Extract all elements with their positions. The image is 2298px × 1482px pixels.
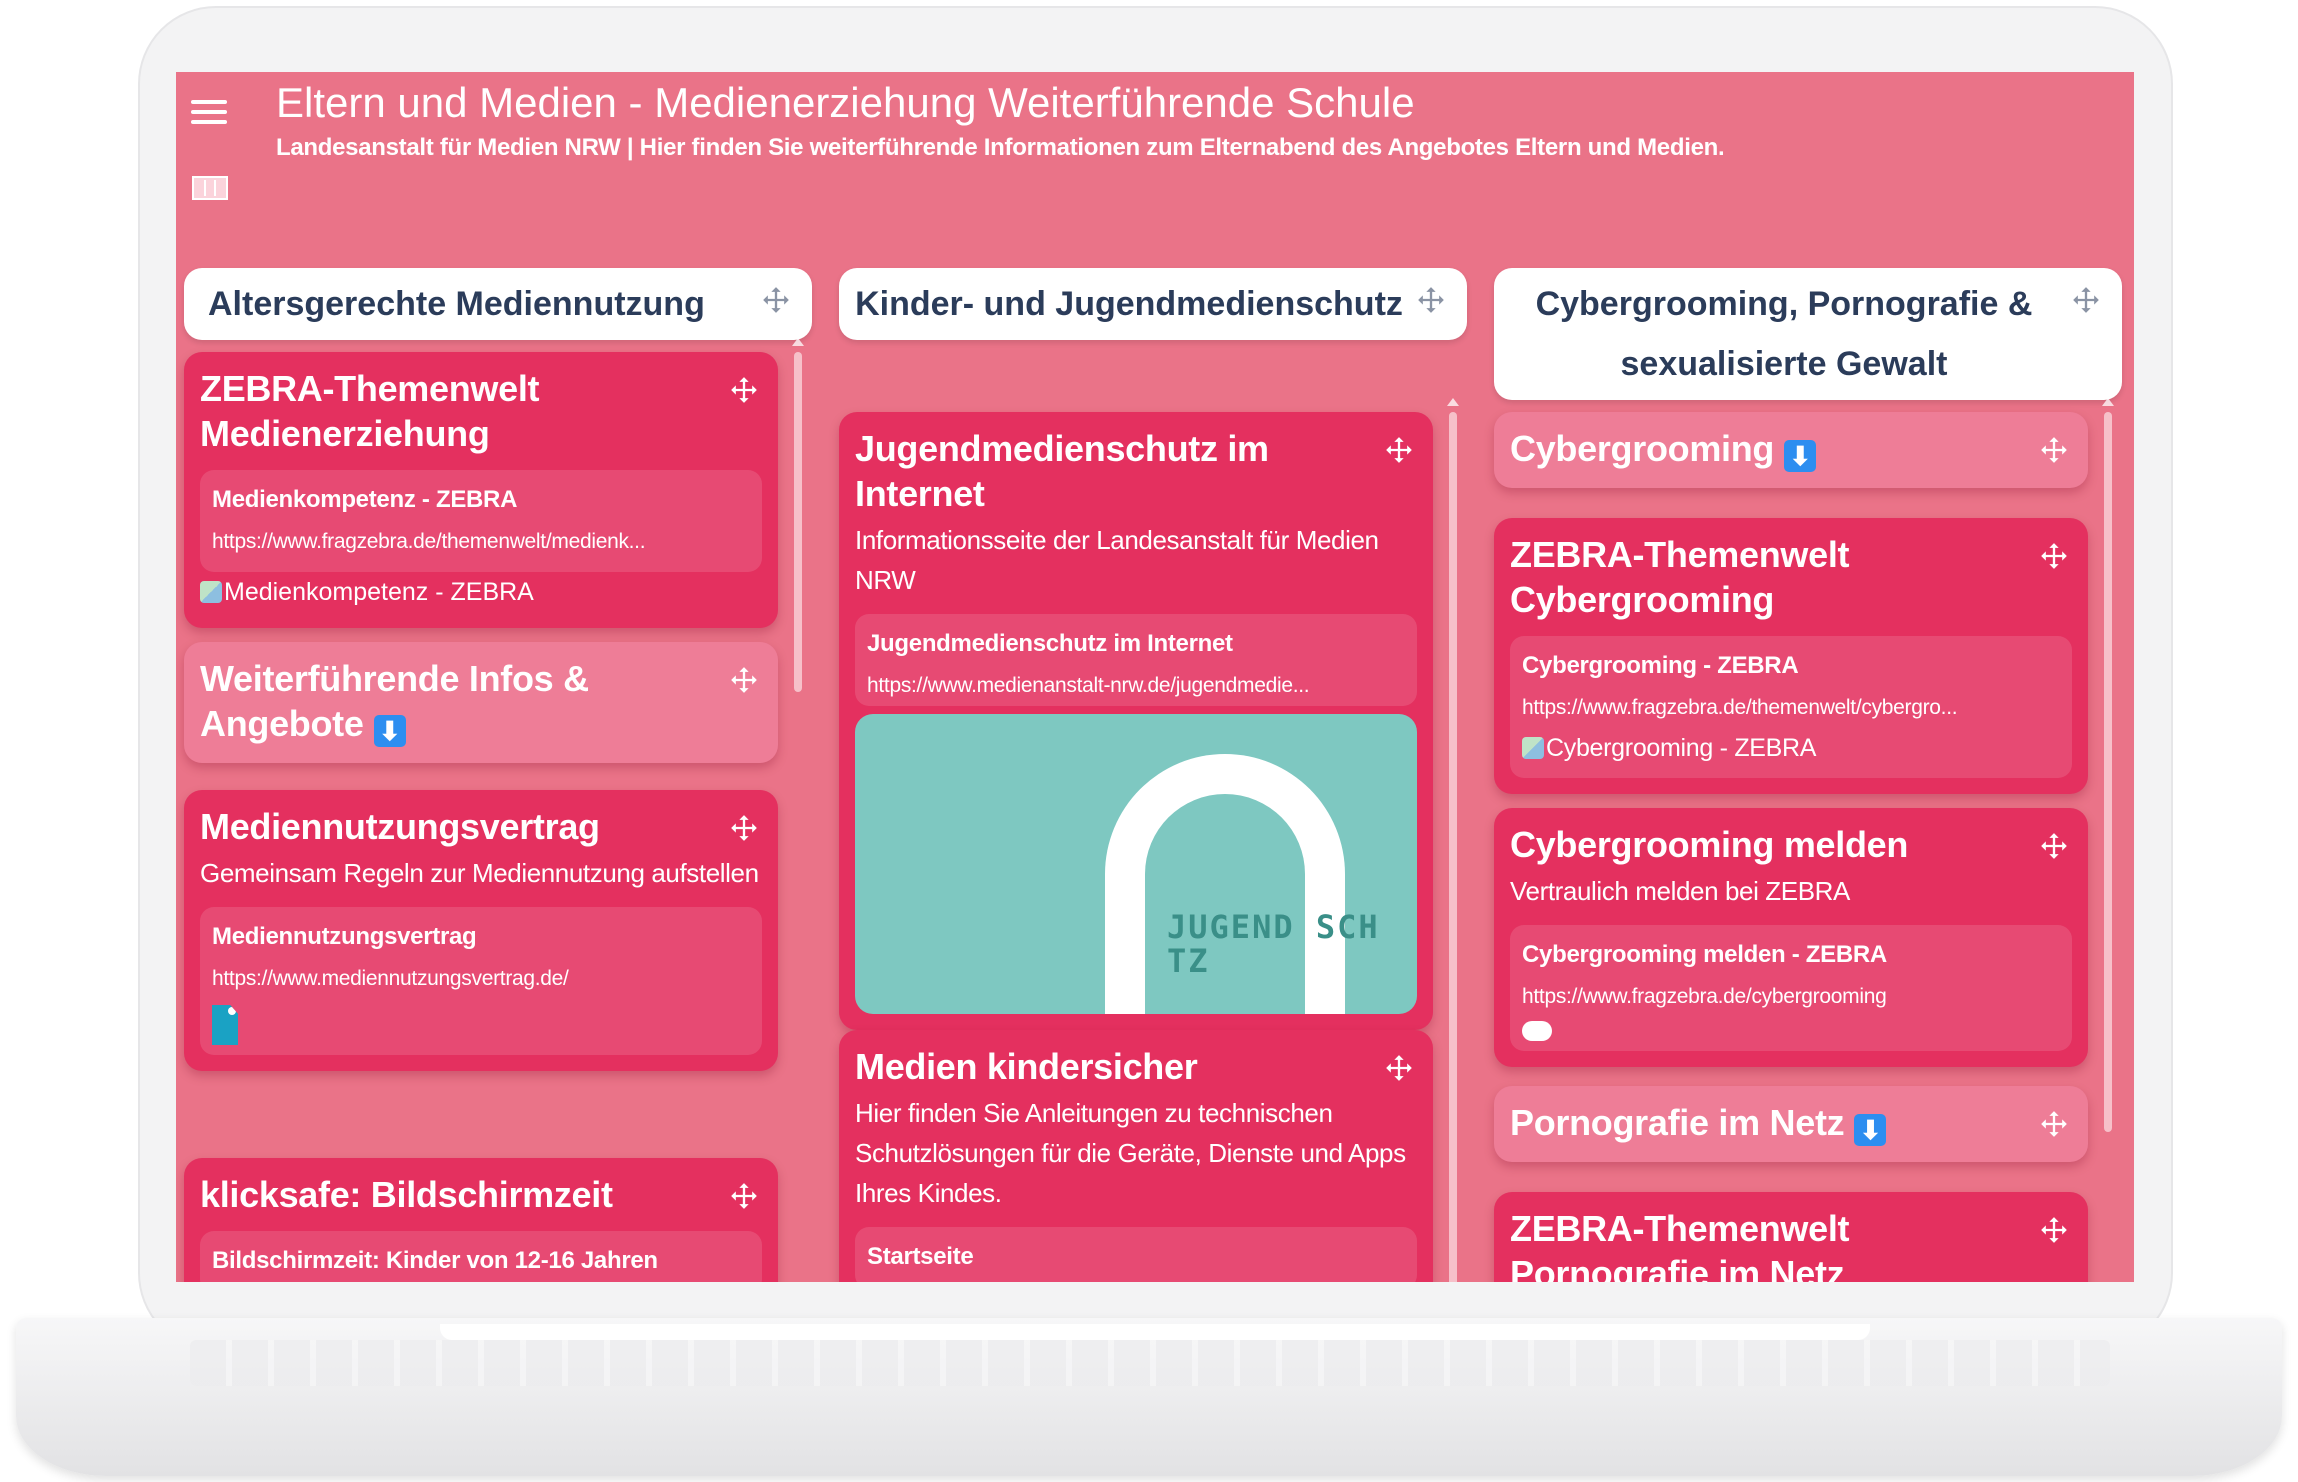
link-attachment[interactable]: Startseite [855,1227,1417,1282]
move-icon[interactable] [762,286,790,314]
attachment-title: Bildschirmzeit: Kinder von 12-16 Jahren [212,1247,658,1274]
broken-image-icon [200,581,222,603]
card-title: Medien kindersicher [855,1046,1198,1087]
card-description: Hier finden Sie Anleitungen zu technisch… [855,1098,1406,1208]
card-zebra-pornografie[interactable]: ZEBRA-Themenwelt Pornografie im Netz [1494,1192,2088,1282]
column-title: Kinder- und Jugendmedienschutz [855,285,1403,323]
card-title: Cybergrooming melden [1510,824,1909,865]
card-weiterfuehrende-infos[interactable]: Weiterführende Infos & Angebote ⬇ [184,642,778,763]
page-subtitle: Landesanstalt für Medien NRW | Hier find… [276,134,1725,161]
attachment-title: Cybergrooming melden - ZEBRA [1522,941,1887,968]
page-title: Eltern und Medien - Medienerziehung Weit… [276,79,1415,126]
menu-icon[interactable] [191,100,227,128]
preview-image[interactable]: JUGEND SCH TZ [855,714,1417,1014]
card-title: Weiterführende Infos & Angebote ⬇ [200,656,762,747]
card-pornografie-im-netz[interactable]: Pornografie im Netz ⬇ [1494,1086,2088,1162]
document-icon [212,1005,238,1045]
attachment-url[interactable]: https://www.medienanstalt-nrw.de/jugendm… [867,666,1405,706]
card-title: ZEBRA-Themenwelt Pornografie im Netz [1510,1208,1850,1282]
column-header[interactable]: Kinder- und Jugendmedienschutz [839,268,1467,340]
column-header[interactable]: Altersgerechte Mediennutzung [184,268,812,340]
move-icon[interactable] [1385,1054,1413,1082]
card-description: Vertraulich melden bei ZEBRA [1510,876,1850,906]
column-title: Altersgerechte Mediennutzung [208,285,705,323]
link-attachment[interactable]: Cybergrooming melden - ZEBRA https://www… [1510,925,2072,1051]
link-attachment[interactable]: Mediennutzungsvertrag https://www.medien… [200,907,762,1055]
card-title: Mediennutzungsvertrag [200,806,600,847]
move-icon[interactable] [1417,286,1445,314]
card-title: ZEBRA-Themenwelt Cybergrooming [1510,534,1850,620]
move-icon[interactable] [2072,286,2100,314]
attachment-url[interactable]: https://www.fragzebra.de/themenwelt/medi… [212,522,750,562]
link-attachment[interactable]: Jugendmedienschutz im Internet https://w… [855,614,1417,706]
move-icon[interactable] [1385,436,1413,464]
attachment-title: Startseite [867,1243,974,1270]
column-altersgerechte-mediennutzung: Altersgerechte Mediennutzung ZEBRA-Theme… [184,268,812,1282]
card-mediennutzungsvertrag[interactable]: Mediennutzungsvertrag Gemeinsam Regeln z… [184,790,778,1071]
attachment-url[interactable]: https://www.mediennutzungsvertrag.de/ [212,959,750,999]
move-icon[interactable] [2040,542,2068,570]
column-header[interactable]: Cybergrooming, Pornografie & sexualisier… [1494,268,2122,400]
column-jugendmedienschutz: Kinder- und Jugendmedienschutz Jugendmed… [839,268,1467,1282]
arrow-down-icon: ⬇ [1854,1114,1887,1146]
image-logo-text: JUGEND SCH TZ [1167,908,1380,980]
attachment-title: Cybergrooming - ZEBRA [1522,652,1799,679]
card-jugendmedienschutz-internet[interactable]: Jugendmedienschutz im Internet Informati… [839,412,1433,1030]
attachment-url[interactable]: https://www.fragzebra.de/cybergrooming [1522,977,2060,1017]
column-scrollbar[interactable] [792,338,804,1282]
card-title-text: Cybergrooming [1510,428,1775,469]
move-icon[interactable] [2040,436,2068,464]
move-icon[interactable] [2040,832,2068,860]
laptop-notch [440,1324,1870,1340]
column-cybergrooming: Cybergrooming, Pornografie & sexualisier… [1494,268,2122,1282]
card-title: Pornografie im Netz ⬇ [1510,1100,2072,1146]
attachment-title: Medienkompetenz - ZEBRA [212,486,518,513]
card-description: Informationsseite der Landesanstalt für … [855,525,1379,595]
attachment-image: Medienkompetenz - ZEBRA [200,572,762,612]
move-icon[interactable] [2040,1216,2068,1244]
screen: Eltern und Medien - Medienerziehung Weit… [176,72,2134,1282]
card-medien-kindersicher[interactable]: Medien kindersicher Hier finden Sie Anle… [839,1030,1433,1282]
move-icon[interactable] [730,814,758,842]
laptop-keyboard [190,1340,2110,1386]
move-icon[interactable] [2040,1110,2068,1138]
card-zebra-cybergrooming[interactable]: ZEBRA-Themenwelt Cybergrooming Cybergroo… [1494,518,2088,794]
card-title: ZEBRA-Themenwelt Medienerziehung [200,368,540,454]
move-icon[interactable] [730,376,758,404]
card-title-text: Pornografie im Netz [1510,1102,1845,1143]
image-alt-text: Cybergrooming - ZEBRA [1546,734,1817,762]
mail-icon [1522,1021,1552,1041]
card-title: klicksafe: Bildschirmzeit [200,1174,613,1215]
attachment-image: Cybergrooming - ZEBRA [1522,728,2060,768]
link-attachment[interactable]: Cybergrooming - ZEBRA https://www.fragze… [1510,636,2072,778]
attachment-url[interactable]: https://www.fragzebra.de/themenwelt/cybe… [1522,688,2060,728]
attachment-title: Jugendmedienschutz im Internet [867,630,1233,657]
broken-image-icon [1522,737,1544,759]
card-zebra-medienerziehung[interactable]: ZEBRA-Themenwelt Medienerziehung Medienk… [184,352,778,628]
card-cybergrooming-melden[interactable]: Cybergrooming melden Vertraulich melden … [1494,808,2088,1067]
column-scrollbar[interactable] [1447,398,1459,1282]
card-title: Jugendmedienschutz im Internet [855,428,1269,514]
column-scrollbar[interactable] [2102,398,2114,1282]
board-icon [192,176,228,200]
move-icon[interactable] [730,666,758,694]
card-cybergrooming[interactable]: Cybergrooming ⬇ [1494,412,2088,488]
card-title: Cybergrooming ⬇ [1510,426,2072,472]
attachment-title: Mediennutzungsvertrag [212,923,477,950]
card-klicksafe-bildschirmzeit[interactable]: klicksafe: Bildschirmzeit Bildschirmzeit… [184,1158,778,1282]
arrow-down-icon: ⬇ [373,715,406,747]
link-attachment[interactable]: Bildschirmzeit: Kinder von 12-16 Jahren [200,1231,762,1282]
image-alt-text: Medienkompetenz - ZEBRA [224,578,534,606]
arrow-down-icon: ⬇ [1784,440,1817,472]
link-attachment[interactable]: Medienkompetenz - ZEBRA https://www.frag… [200,470,762,572]
move-icon[interactable] [730,1182,758,1210]
column-title: Cybergrooming, Pornografie & sexualisier… [1535,285,2033,383]
card-description: Gemeinsam Regeln zur Mediennutzung aufst… [200,858,759,888]
